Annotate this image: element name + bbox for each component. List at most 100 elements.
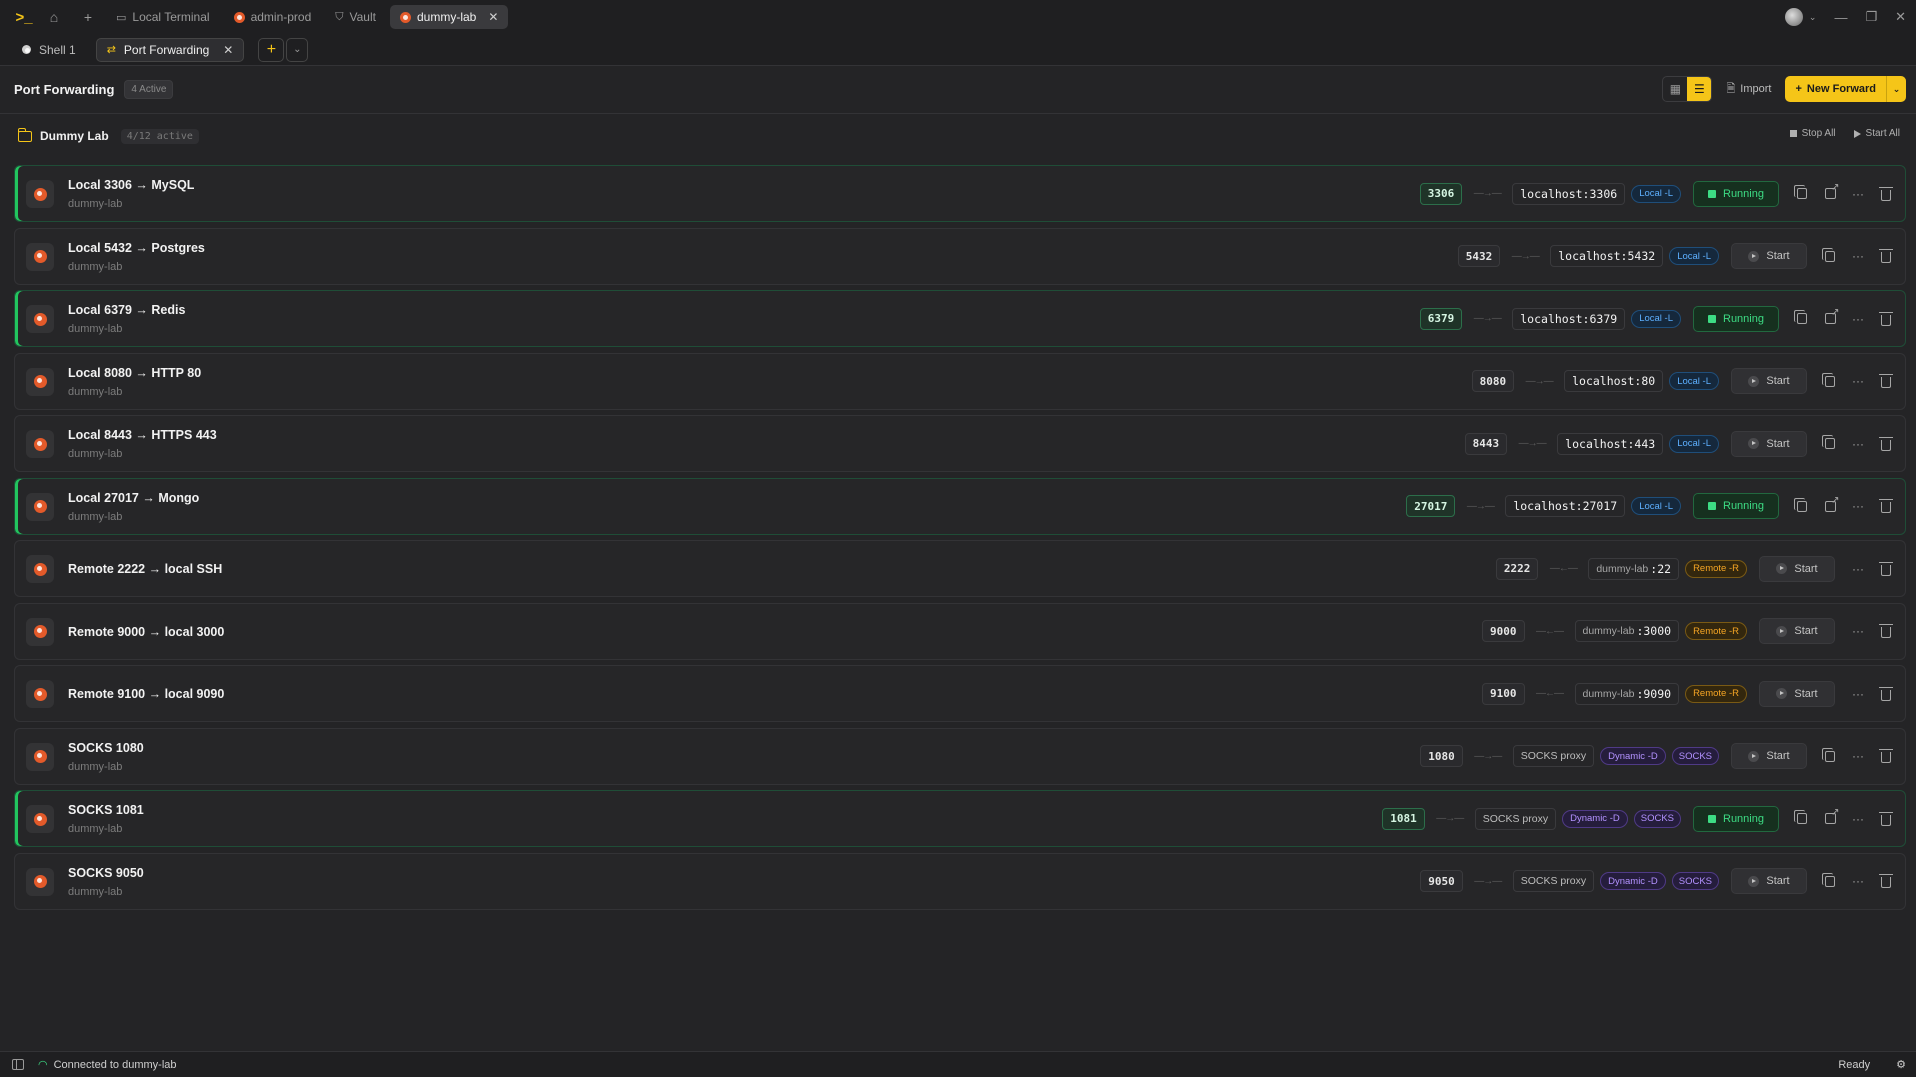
app-logo-icon[interactable]: >_ [14, 7, 34, 27]
stop-all-button[interactable]: Stop All [1789, 128, 1836, 139]
close-icon[interactable]: ✕ [488, 10, 498, 24]
group-active-count: 4/12 active [120, 128, 199, 144]
minimize-icon[interactable]: — [1834, 10, 1847, 25]
delete-button[interactable] [1875, 870, 1897, 892]
more-options-button[interactable]: ··· [1847, 620, 1869, 642]
delete-button[interactable] [1875, 620, 1897, 642]
open-external-button[interactable] [1819, 807, 1841, 830]
copy-button[interactable] [1791, 808, 1813, 830]
header-actions: ▦ ☰ 🗎 Import + New Forward ⌄ [1662, 76, 1906, 102]
forward-row[interactable]: Local 3306 → MySQL dummy-lab 3306 —→— lo… [14, 165, 1906, 222]
start-button[interactable]: Start [1731, 743, 1807, 769]
forward-row[interactable]: Local 6379 → Redis dummy-lab 6379 —→— lo… [14, 290, 1906, 347]
home-icon[interactable]: ⌂ [40, 5, 68, 29]
copy-icon [1822, 372, 1835, 387]
more-options-button[interactable]: ··· [1847, 183, 1869, 205]
copy-button[interactable] [1819, 370, 1841, 392]
start-button[interactable]: Start [1731, 243, 1807, 269]
tab-local-terminal[interactable]: ▭ Local Terminal [106, 5, 220, 29]
stop-icon [1708, 814, 1716, 823]
delete-button[interactable] [1875, 433, 1897, 455]
more-options-button[interactable]: ··· [1847, 433, 1869, 455]
start-button[interactable]: Start [1759, 618, 1835, 644]
copy-button[interactable] [1819, 745, 1841, 767]
forward-row[interactable]: Remote 9100 → local 9090 9100 —←— dummy-… [14, 665, 1906, 722]
forward-row[interactable]: Local 8443 → HTTPS 443 dummy-lab 8443 —→… [14, 415, 1906, 472]
sidebar-toggle-icon[interactable] [12, 1059, 24, 1070]
more-options-button[interactable]: ··· [1847, 870, 1869, 892]
copy-button[interactable] [1791, 495, 1813, 517]
copy-button[interactable] [1819, 433, 1841, 455]
forward-row[interactable]: SOCKS 1080 dummy-lab 1080 —→— SOCKS prox… [14, 727, 1906, 785]
play-icon [1776, 625, 1788, 637]
start-all-button[interactable]: Start All [1853, 128, 1900, 139]
forward-host: dummy-lab [68, 760, 123, 773]
list-view-icon[interactable]: ☰ [1687, 77, 1712, 101]
more-options-button[interactable]: ··· [1847, 683, 1869, 705]
forward-row[interactable]: Remote 2222 → local SSH 2222 —←— dummy-l… [14, 540, 1906, 597]
more-options-button[interactable]: ··· [1847, 495, 1869, 517]
more-options-button[interactable]: ··· [1847, 808, 1869, 830]
copy-icon [1794, 810, 1807, 824]
forward-row[interactable]: Local 5432 → Postgres dummy-lab 5432 —→—… [14, 227, 1906, 285]
start-button[interactable]: Start [1759, 680, 1835, 707]
chevron-down-icon[interactable]: ⌄ [1886, 76, 1906, 102]
open-external-button[interactable] [1819, 495, 1841, 517]
new-forward-button[interactable]: + New Forward ⌄ [1785, 76, 1906, 102]
close-window-icon[interactable]: ✕ [1895, 9, 1906, 25]
import-button[interactable]: 🗎 Import [1720, 77, 1777, 101]
start-button[interactable]: Start [1731, 368, 1807, 394]
settings-icon[interactable]: ⚙ [1896, 1058, 1906, 1071]
tab-dummy-lab[interactable]: dummy-lab ✕ [389, 5, 509, 29]
delete-button[interactable] [1875, 370, 1897, 392]
more-options-button[interactable]: ··· [1847, 370, 1869, 392]
delete-button[interactable] [1875, 183, 1897, 205]
tab-admin-prod[interactable]: admin-prod [224, 5, 322, 29]
close-icon[interactable]: ✕ [223, 43, 233, 57]
forward-host: dummy-lab [68, 448, 123, 460]
forward-row[interactable]: Local 8080 → HTTP 80 dummy-lab 8080 —→— … [14, 352, 1906, 410]
chevron-down-icon[interactable]: ⌄ [286, 37, 309, 62]
copy-button[interactable] [1791, 308, 1813, 330]
ellipsis-icon: ··· [1852, 624, 1864, 638]
new-tab-plus-icon[interactable]: + [74, 5, 102, 29]
copy-button[interactable] [1819, 870, 1841, 892]
title-bar: >_ ⌂ + ▭ Local Terminal admin-prod ⛉ Vau… [0, 0, 1916, 34]
more-options-button[interactable]: ··· [1847, 308, 1869, 330]
tab-shell-1[interactable]: Shell 1 [12, 38, 86, 62]
maximize-icon[interactable]: ❐ [1865, 9, 1877, 25]
forward-row[interactable]: Remote 9000 → local 3000 9000 —←— dummy-… [14, 602, 1906, 660]
delete-button[interactable] [1875, 745, 1897, 767]
running-toggle-button[interactable]: Running [1693, 180, 1779, 207]
forward-row[interactable]: SOCKS 9050 dummy-lab 9050 —→— SOCKS prox… [14, 852, 1906, 910]
grid-view-icon[interactable]: ▦ [1663, 77, 1687, 101]
copy-button[interactable] [1791, 183, 1813, 205]
delete-button[interactable] [1875, 808, 1897, 830]
start-button[interactable]: Start [1731, 868, 1807, 894]
delete-button[interactable] [1875, 495, 1897, 517]
tab-port-forwarding[interactable]: ⇄ Port Forwarding ✕ [95, 37, 245, 62]
start-button[interactable]: Start [1731, 430, 1807, 457]
forward-row[interactable]: Local 27017 → Mongo dummy-lab 27017 —→— … [14, 477, 1906, 535]
copy-button[interactable] [1819, 245, 1841, 267]
delete-button[interactable] [1875, 245, 1897, 267]
forward-row[interactable]: SOCKS 1081 dummy-lab 1081 —→— SOCKS prox… [14, 790, 1906, 847]
more-options-button[interactable]: ··· [1847, 745, 1869, 767]
open-external-button[interactable] [1819, 307, 1841, 330]
status-label: Start [1794, 687, 1818, 700]
running-toggle-button[interactable]: Running [1693, 805, 1779, 832]
add-session-button[interactable]: + [258, 37, 285, 62]
running-toggle-button[interactable]: Running [1693, 305, 1779, 332]
delete-button[interactable] [1875, 683, 1897, 705]
delete-button[interactable] [1875, 308, 1897, 330]
open-external-button[interactable] [1819, 182, 1841, 205]
tab-label: Vault [349, 10, 376, 24]
account-menu[interactable]: ⌄ [1784, 8, 1816, 26]
more-options-button[interactable]: ··· [1847, 245, 1869, 267]
more-options-button[interactable]: ··· [1847, 558, 1869, 580]
destination-value: localhost:3306 [1520, 186, 1618, 201]
start-button[interactable]: Start [1759, 555, 1835, 582]
tab-vault[interactable]: ⛉ Vault [325, 5, 386, 29]
running-toggle-button[interactable]: Running [1693, 493, 1779, 519]
delete-button[interactable] [1875, 558, 1897, 580]
